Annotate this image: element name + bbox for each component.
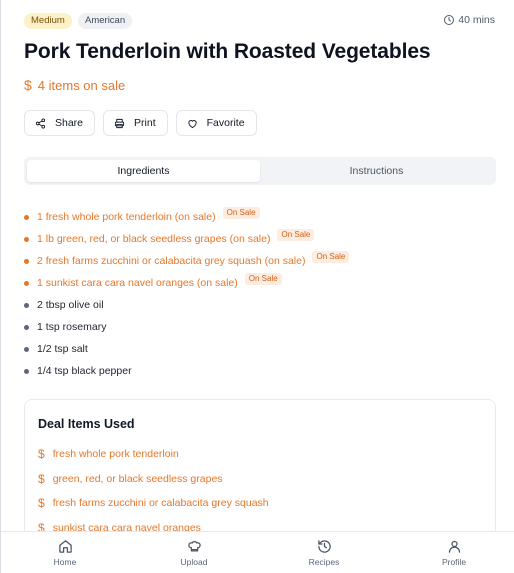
- ingredient-text: 2 fresh farms zucchini or calabacita gre…: [37, 255, 306, 267]
- cuisine-badge: American: [78, 13, 133, 29]
- deal-item-text: fresh whole pork tenderloin: [52, 448, 179, 461]
- difficulty-badge: Medium: [24, 13, 72, 29]
- on-sale-tag: On Sale: [277, 229, 315, 241]
- nav-profile-label: Profile: [441, 557, 467, 567]
- share-button[interactable]: Share: [24, 110, 96, 136]
- deal-item-text: green, red, or black seedless grapes: [52, 472, 223, 485]
- cook-time-label: 40 mins: [458, 14, 495, 26]
- action-buttons: Share Print Favorite: [24, 110, 257, 136]
- bullet-dot: [24, 324, 29, 330]
- ingredient-text: 1/2 tsp salt: [37, 343, 88, 355]
- history-icon: [317, 540, 331, 553]
- tab-ingredients[interactable]: Ingredients: [27, 160, 260, 182]
- ingredient-item: 1/2 tsp salt: [24, 338, 495, 360]
- on-sale-tag: On Sale: [312, 251, 350, 263]
- deal-item-text: fresh farms zucchini or calabacita grey …: [52, 497, 269, 510]
- bullet-dot: [24, 280, 29, 286]
- ingredient-item: 1 tsp rosemary: [24, 316, 495, 338]
- print-button[interactable]: Print: [103, 110, 168, 136]
- deal-item: $ green, red, or black seedless grapes: [38, 467, 269, 492]
- ingredient-text: 1 fresh whole pork tenderloin (on sale): [37, 211, 216, 223]
- ingredient-item: 1 sunkist cara cara navel oranges (on sa…: [24, 272, 495, 294]
- on-sale-tag: On Sale: [244, 273, 282, 285]
- ingredient-text: 1/4 tsp black pepper: [37, 365, 132, 377]
- dollar-icon: $: [38, 447, 45, 462]
- heart-icon: [188, 119, 197, 128]
- on-sale-tag: On Sale: [222, 207, 260, 219]
- recipe-meta: Medium American 40 mins: [24, 12, 495, 30]
- ingredient-text: 1 sunkist cara cara navel oranges (on sa…: [37, 277, 238, 289]
- user-icon: [448, 540, 460, 553]
- share-label: Share: [55, 117, 84, 129]
- ingredient-text: 1 lb green, red, or black seedless grape…: [37, 233, 271, 245]
- chef-hat-icon: [187, 541, 201, 552]
- ingredient-text: 1 tsp rosemary: [37, 321, 107, 333]
- dollar-icon: $: [24, 77, 32, 93]
- deal-items-title: Deal Items Used: [38, 417, 135, 431]
- ingredient-item: 1 fresh whole pork tenderloin (on sale) …: [24, 206, 495, 228]
- ingredient-item: 2 fresh farms zucchini or calabacita gre…: [24, 250, 495, 272]
- nav-recipes[interactable]: Recipes: [284, 539, 364, 567]
- sale-summary: $ 4 items on sale: [24, 77, 125, 93]
- bullet-dot: [24, 368, 29, 374]
- bullet-dot: [24, 258, 29, 264]
- ingredient-item: 1/4 tsp black pepper: [24, 360, 495, 382]
- nav-home[interactable]: Home: [25, 539, 105, 567]
- bullet-dot: [24, 302, 29, 308]
- printer-icon: [114, 118, 125, 128]
- print-label: Print: [134, 117, 156, 129]
- deal-item: $ fresh whole pork tenderloin: [38, 442, 269, 467]
- nav-recipes-label: Recipes: [308, 557, 340, 567]
- share-icon: [35, 117, 46, 129]
- nav-profile[interactable]: Profile: [414, 539, 494, 567]
- ingredient-item: 1 lb green, red, or black seedless grape…: [24, 228, 495, 250]
- ingredient-text: 2 tbsp olive oil: [37, 299, 104, 311]
- dollar-icon: $: [38, 496, 45, 511]
- tab-instructions[interactable]: Instructions: [260, 160, 493, 182]
- favorite-label: Favorite: [206, 117, 245, 129]
- ingredient-list: 1 fresh whole pork tenderloin (on sale) …: [24, 206, 495, 382]
- deal-item: $ fresh farms zucchini or calabacita gre…: [38, 491, 269, 516]
- bullet-dot: [24, 236, 29, 242]
- recipe-page: Medium American 40 mins Pork Tenderloin …: [0, 0, 514, 573]
- nav-upload[interactable]: Upload: [154, 539, 234, 567]
- recipe-title: Pork Tenderloin with Roasted Vegetables: [24, 40, 431, 63]
- bottom-navigation: Home Upload Recipes Profile: [1, 531, 514, 573]
- nav-home-label: Home: [53, 557, 77, 567]
- bullet-dot: [24, 214, 29, 220]
- recipe-tabs: Ingredients Instructions: [24, 157, 496, 185]
- cook-time: 40 mins: [443, 14, 495, 26]
- clock-icon: [444, 15, 455, 25]
- sale-summary-label: 4 items on sale: [37, 77, 126, 93]
- dollar-icon: $: [38, 471, 45, 486]
- ingredient-item: 2 tbsp olive oil: [24, 294, 495, 316]
- bullet-dot: [24, 346, 29, 352]
- favorite-button[interactable]: Favorite: [175, 110, 257, 136]
- nav-upload-label: Upload: [180, 557, 208, 567]
- deal-items-list: $ fresh whole pork tenderloin $ green, r…: [38, 442, 269, 540]
- home-icon: [58, 540, 72, 553]
